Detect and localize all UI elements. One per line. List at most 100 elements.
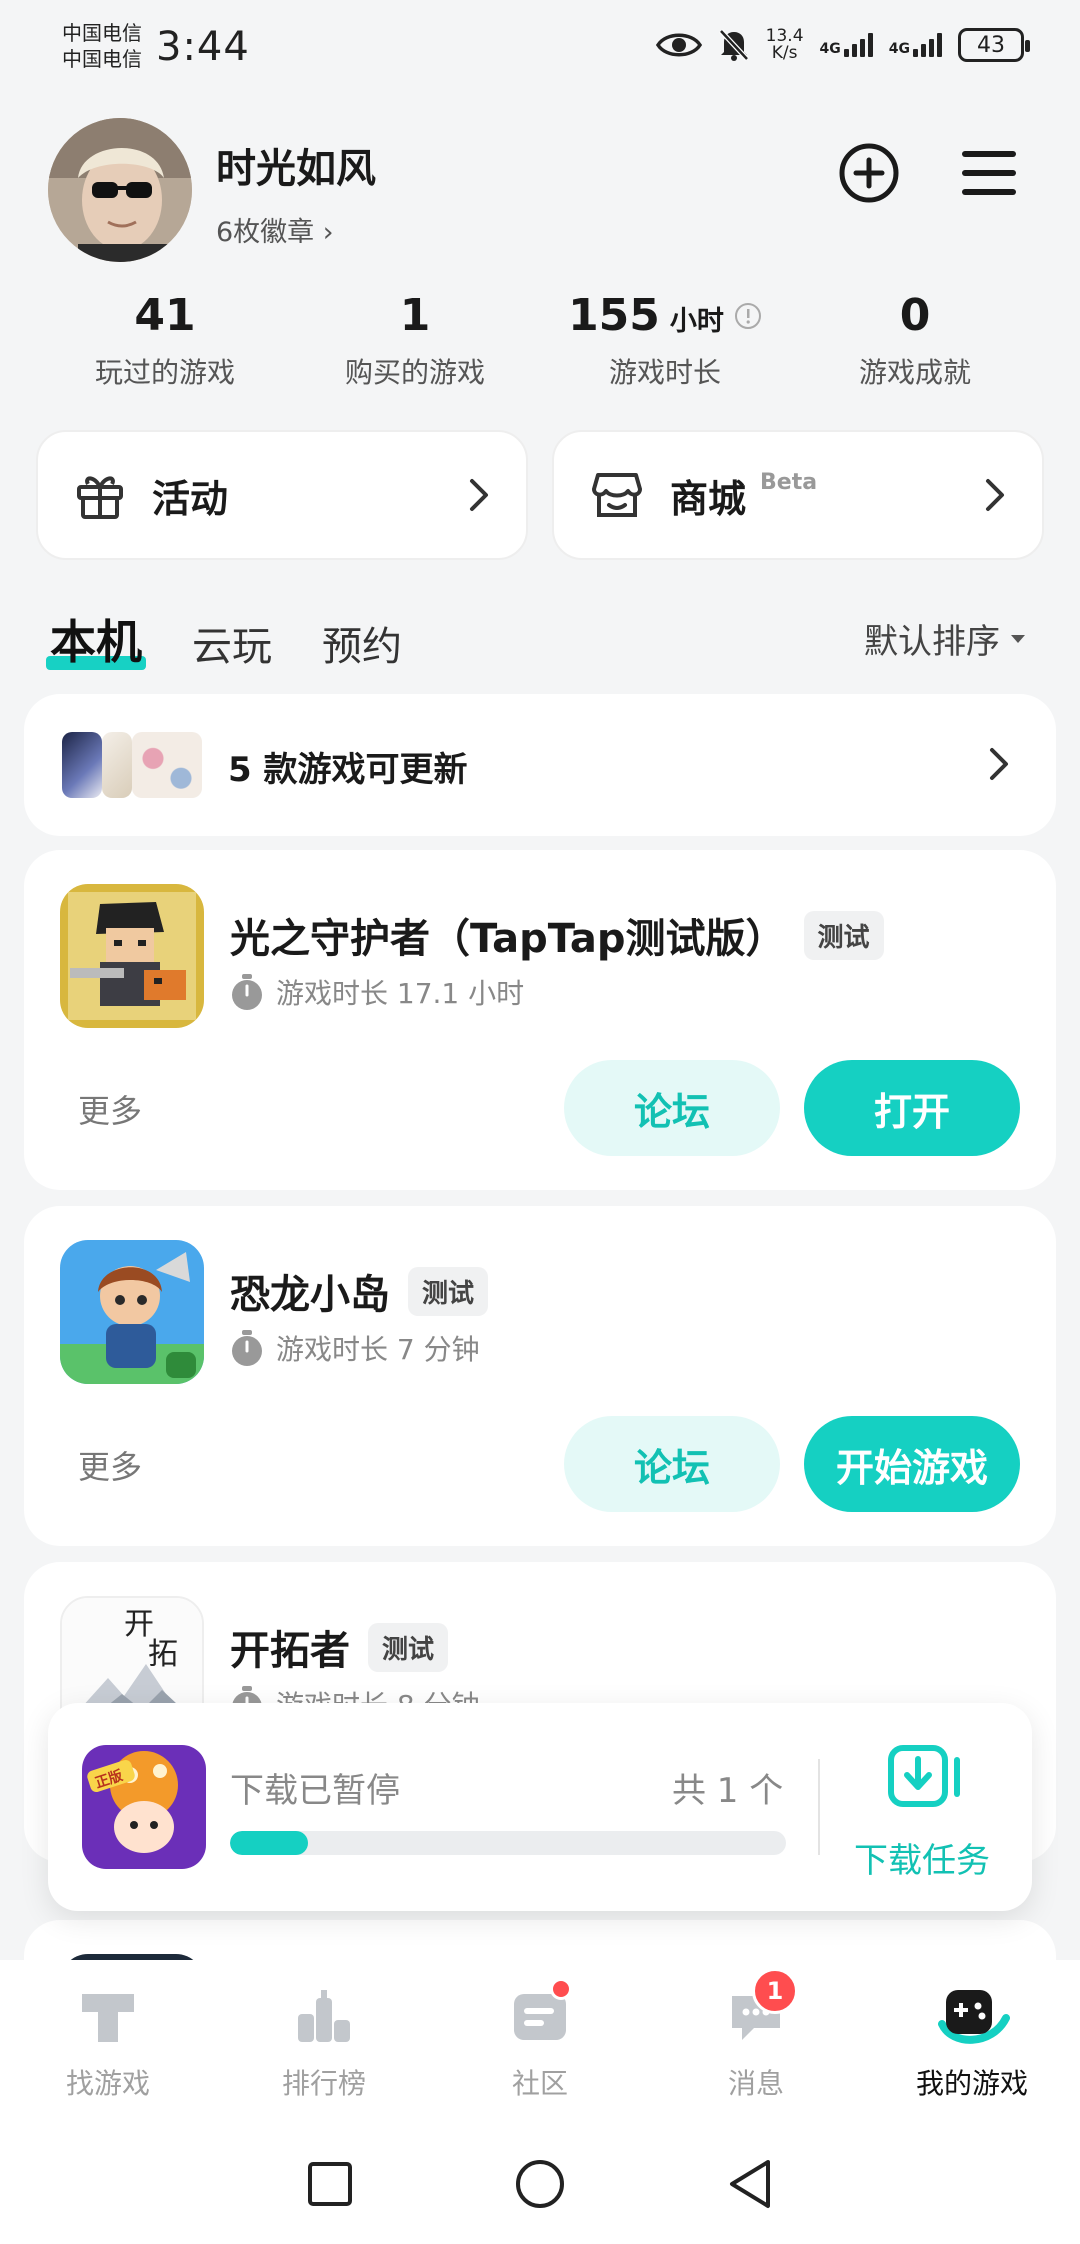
game-tabs: 本机 云玩 预约 [46,606,402,672]
username: 时光如风 [216,146,376,192]
divider [818,1759,820,1855]
activity-label: 活动 [152,476,229,521]
gamepad-icon [938,1990,1010,2044]
nav-label: 社区 [511,2067,568,2100]
network-speed: 13.4 K/s [766,28,804,62]
signal-2: 4G [889,33,942,57]
speed-unit: K/s [771,43,798,63]
tab-cloud[interactable]: 云玩 [192,614,272,672]
badges-link[interactable]: 6枚徽章 › [216,210,334,249]
download-progress-bar [230,1831,786,1855]
forum-button[interactable]: 论坛 [564,1060,780,1156]
update-game-thumbnails [62,732,202,798]
nav-messages[interactable]: 1 消息 [648,1960,864,2124]
message-count-badge: 1 [752,1968,798,2014]
tab-local[interactable]: 本机 [46,606,146,672]
svg-text:拓: 拓 [148,1637,178,1672]
info-icon[interactable] [734,302,762,330]
playtime-text: 游戏时长 7 分钟 [276,1333,480,1366]
sort-label: 默认排序 [864,622,1000,662]
stats-row: 41 玩过的游戏 1 购买的游戏 155 小时 游戏时长 0 游戏成就 [40,290,1040,391]
tap-logo-icon [82,1994,134,2042]
game-playtime: 游戏时长 7 分钟 [230,1328,480,1368]
nav-label: 消息 [727,2067,784,2100]
mall-label: 商城 [670,476,747,521]
mall-entry[interactable]: 商城 Beta [552,430,1044,560]
plus-circle-icon [839,143,899,203]
chevron-right-icon [470,479,488,511]
system-nav-bar [0,2124,1080,2244]
sort-dropdown[interactable]: 默认排序 [864,614,1026,663]
start-game-button[interactable]: 开始游戏 [804,1416,1020,1512]
carrier-2: 中国电信 [62,47,142,71]
game-icon[interactable] [60,1240,204,1384]
chevron-right-icon [986,479,1004,511]
signal-bars-icon [913,33,942,57]
game-thumbnail [102,732,132,798]
mute-bell-icon [718,29,749,61]
battery-icon: 43 [958,28,1030,62]
stat-label: 游戏时长 [608,356,721,389]
nav-ranking[interactable]: 排行榜 [216,1960,432,2124]
update-banner-text: 5 款游戏可更新 [228,750,468,790]
recents-square-icon[interactable] [306,2160,354,2208]
tab-reserve[interactable]: 预约 [322,614,402,672]
more-button[interactable]: 更多 [78,1442,142,1488]
forum-button[interactable]: 论坛 [564,1416,780,1512]
update-banner[interactable]: 5 款游戏可更新 [24,694,1056,836]
home-circle-icon[interactable] [514,2158,566,2210]
avatar[interactable] [48,118,192,262]
status-bar: 中国电信 中国电信 3:44 13.4 K/s 4G 4G 43 [0,0,1080,90]
status-time: 3:44 [156,24,250,70]
nav-label: 我的游戏 [915,2067,1028,2100]
download-count: 共 1 个 [672,1771,784,1811]
nav-community[interactable]: 社区 [432,1960,648,2124]
download-task-label[interactable]: 下载任务 [854,1833,990,1882]
stat-playtime[interactable]: 155 小时 游戏时长 [540,290,790,391]
network-type-1: 4G [819,41,841,57]
more-button[interactable]: 更多 [78,1086,142,1132]
add-button[interactable] [836,140,902,206]
playtime-text: 游戏时长 17.1 小时 [276,977,525,1010]
test-tag: 测试 [368,1622,449,1672]
dino-island-game-art [60,1240,204,1384]
download-status: 下载已暂停 [230,1771,400,1811]
stat-value: 155 [568,290,660,341]
menu-button[interactable] [956,140,1022,206]
avatar-image [48,118,192,262]
game-title: 开拓者 测试 [230,1618,449,1676]
download-progress-fill [230,1831,308,1855]
signal-1: 4G [820,33,873,57]
chevron-right-icon [990,748,1008,780]
game-icon[interactable] [60,884,204,1028]
open-button[interactable]: 打开 [804,1060,1020,1156]
stat-unit: 小时 [669,306,724,337]
nav-my-games[interactable]: 我的游戏 [864,1960,1080,2124]
stat-played[interactable]: 41 玩过的游戏 [40,290,290,391]
stopwatch-icon [232,974,262,1010]
gift-icon [77,476,123,519]
stat-achievements[interactable]: 0 游戏成就 [790,290,1040,391]
download-bar[interactable]: 正版 下载已暂停 共 1 个 下载任务 [48,1703,1032,1911]
nav-find-games[interactable]: 找游戏 [0,1960,216,2124]
stat-label: 玩过的游戏 [94,356,235,389]
stat-value: 41 [134,290,196,341]
stat-label: 游戏成就 [858,356,971,389]
back-triangle-icon[interactable] [726,2158,774,2210]
game-title: 光之守护者（TapTap测试版） 测试 [230,906,884,964]
nav-label: 排行榜 [281,2067,366,2100]
tab-label: 本机 [50,615,142,669]
game-thumbnail [62,732,102,798]
game-name: 开拓者 [230,1628,350,1674]
download-task-icon[interactable] [888,1745,964,1809]
game-name: 光之守护者（TapTap测试版） [230,916,786,962]
battery-level: 43 [977,32,1005,58]
hamburger-menu-icon [962,151,1016,195]
game-title: 恐龙小岛 测试 [230,1262,489,1320]
game-playtime: 游戏时长 17.1 小时 [230,972,524,1012]
carrier-info: 中国电信 中国电信 [62,20,142,72]
activity-entry[interactable]: 活动 [36,430,528,560]
stat-purchased[interactable]: 1 购买的游戏 [290,290,540,391]
stat-label: 购买的游戏 [344,356,485,389]
network-type-2: 4G [888,41,910,57]
